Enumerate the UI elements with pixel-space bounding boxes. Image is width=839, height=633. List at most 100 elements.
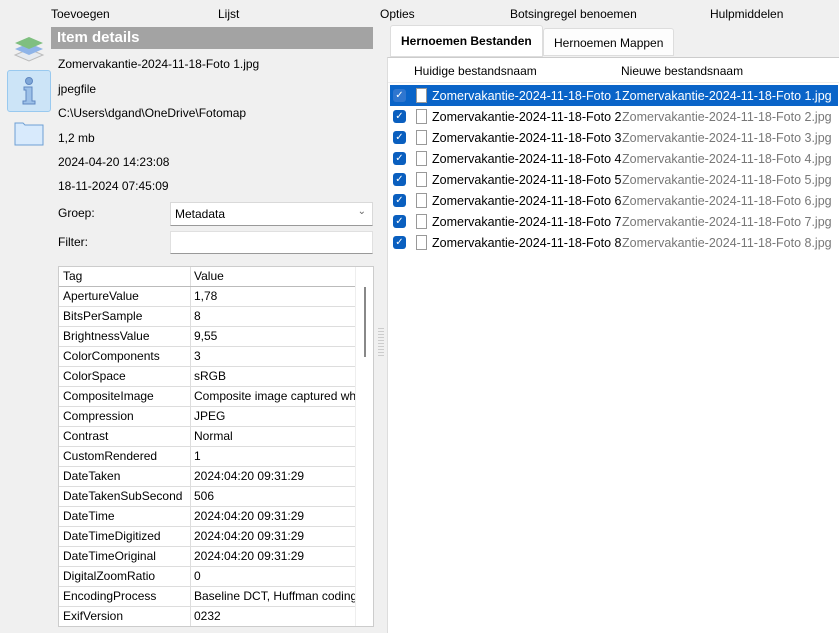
list-item[interactable]: ✓ Zomervakantie-2024-11-18-Foto 8... Zomer… [390,232,838,253]
tab-hernoemen-mappen[interactable]: Hernoemen Mappen [543,28,675,56]
checkbox[interactable]: ✓ [393,215,406,228]
checkbox[interactable]: ✓ [393,131,406,144]
current-name: Zomervakantie-2024-11-18-Foto 7... [432,214,622,229]
menu-toevoegen[interactable]: Toevoegen [51,7,110,21]
new-name: Zomervakantie-2024-11-18-Foto 5.jpg [622,172,832,187]
table-row[interactable]: DateTaken 2024:04:20 09:31:29 [59,467,373,487]
tag-cell: DateTaken [59,467,191,486]
folder-icon[interactable] [7,112,51,154]
new-name: Zomervakantie-2024-11-18-Foto 1.jpg [622,88,832,103]
scrollbar[interactable] [355,267,373,626]
value-cell: 0232 [194,609,221,623]
table-row[interactable]: Contrast Normal [59,427,373,447]
tag-cell: DigitalZoomRatio [59,567,191,586]
checkbox[interactable]: ✓ [393,89,406,102]
list-item[interactable]: ✓ Zomervakantie-2024-11-18-Foto 7... Zomer… [390,211,838,232]
checkbox[interactable]: ✓ [393,110,406,123]
detail-name: Zomervakantie-2024-11-18-Foto 1.jpg [58,57,260,71]
menu-botsingregel[interactable]: Botsingregel benoemen [510,7,637,21]
table-row[interactable]: ApertureValue 1,78 [59,287,373,307]
table-row[interactable]: BitsPerSample 8 [59,307,373,327]
value-cell: 2024:04:20 09:31:29 [194,469,305,483]
table-row[interactable]: CompositeImage Composite image captured w… [59,387,373,407]
value-cell: 8 [194,309,201,323]
chevron-down-icon: ⌄ [357,206,366,217]
detail-created: 2024-04-20 14:23:08 [58,155,170,169]
checkbox[interactable]: ✓ [393,236,406,249]
group-select[interactable]: Metadata ⌄ [170,202,373,226]
filter-input[interactable] [170,231,373,254]
checkbox[interactable]: ✓ [393,194,406,207]
group-value: Metadata [175,207,226,221]
new-name: Zomervakantie-2024-11-18-Foto 3.jpg [622,130,832,145]
tag-cell: Compression [59,407,191,426]
current-name: Zomervakantie-2024-11-18-Foto 5... [432,172,622,187]
tag-cell: ColorSpace [59,367,191,386]
table-row[interactable]: DigitalZoomRatio 0 [59,567,373,587]
table-row[interactable]: BrightnessValue 9,55 [59,327,373,347]
tag-cell: BitsPerSample [59,307,191,326]
table-row[interactable]: ExifVersion 0232 [59,607,373,626]
table-row[interactable]: EncodingProcess Baseline DCT, Huffman cod… [59,587,373,607]
file-icon [416,130,427,145]
list-header: Huidige bestandsnaam Nieuwe bestandsnaam [388,58,839,83]
filter-label: Filter: [58,235,88,249]
tag-cell: CompositeImage [59,387,191,406]
new-name: Zomervakantie-2024-11-18-Foto 6.jpg [622,193,832,208]
file-list: Huidige bestandsnaam Nieuwe bestandsnaam… [387,57,839,633]
tag-cell: CustomRendered [59,447,191,466]
list-item[interactable]: ✓ Zomervakantie-2024-11-18-Foto 6... Zomer… [390,190,838,211]
tag-cell: DateTakenSubSecond [59,487,191,506]
column-header-tag[interactable]: Tag [59,267,191,286]
value-cell: 1 [194,449,201,463]
group-label: Groep: [58,206,95,220]
value-cell: 1,78 [194,289,218,303]
new-name: Zomervakantie-2024-11-18-Foto 2.jpg [622,109,832,124]
table-row[interactable]: DateTimeOriginal 2024:04:20 09:31:29 [59,547,373,567]
info-icon[interactable] [7,70,51,112]
layers-icon[interactable] [7,26,51,68]
value-cell: 0 [194,569,201,583]
metadata-table: Tag Value ApertureValue 1,78 BitsPerSample… [58,266,374,627]
column-header-new[interactable]: Nieuwe bestandsnaam [621,64,743,78]
column-header-value[interactable]: Value [191,267,355,286]
file-icon [416,172,427,187]
menu-hulpmiddelen[interactable]: Hulpmiddelen [710,7,783,21]
list-item[interactable]: ✓ Zomervakantie-2024-11-18-Foto 5... Zomer… [390,169,838,190]
tag-cell: Contrast [59,427,191,446]
detail-modified: 18-11-2024 07:45:09 [58,179,169,193]
value-cell: JPEG [194,409,226,423]
table-row[interactable]: DateTakenSubSecond 506 [59,487,373,507]
checkbox[interactable]: ✓ [393,173,406,186]
tab-hernoemen-bestanden[interactable]: Hernoemen Bestanden [390,25,543,57]
checkbox[interactable]: ✓ [393,152,406,165]
file-icon [416,214,427,229]
splitter-handle[interactable] [378,328,384,356]
file-icon [416,88,427,103]
table-row[interactable]: DateTime 2024:04:20 09:31:29 [59,507,373,527]
new-name: Zomervakantie-2024-11-18-Foto 7.jpg [622,214,832,229]
menu-lijst[interactable]: Lijst [218,7,239,21]
new-name: Zomervakantie-2024-11-18-Foto 8.jpg [622,235,832,250]
current-name: Zomervakantie-2024-11-18-Foto 6... [432,193,622,208]
menu-opties[interactable]: Opties [380,7,415,21]
scrollbar-thumb[interactable] [364,287,366,357]
table-row[interactable]: Compression JPEG [59,407,373,427]
column-header-current[interactable]: Huidige bestandsnaam [414,64,537,78]
value-cell: 9,55 [194,329,218,343]
detail-type: jpegfile [58,82,97,96]
list-item[interactable]: ✓ Zomervakantie-2024-11-18-Foto 1... Zomer… [390,85,838,106]
table-row[interactable]: ColorSpace sRGB [59,367,373,387]
table-row[interactable]: DateTimeDigitized 2024:04:20 09:31:29 [59,527,373,547]
list-item[interactable]: ✓ Zomervakantie-2024-11-18-Foto 2... Zomer… [390,106,838,127]
panel-title: Item details [51,27,373,49]
table-row[interactable]: CustomRendered 1 [59,447,373,467]
list-item[interactable]: ✓ Zomervakantie-2024-11-18-Foto 3... Zomer… [390,127,838,148]
table-row[interactable]: ColorComponents 3 [59,347,373,367]
tag-cell: BrightnessValue [59,327,191,346]
current-name: Zomervakantie-2024-11-18-Foto 2... [432,109,622,124]
value-cell: 2024:04:20 09:31:29 [194,549,305,563]
current-name: Zomervakantie-2024-11-18-Foto 8... [432,235,622,250]
value-cell: Composite image captured wh [194,389,355,403]
list-item[interactable]: ✓ Zomervakantie-2024-11-18-Foto 4... Zomer… [390,148,838,169]
